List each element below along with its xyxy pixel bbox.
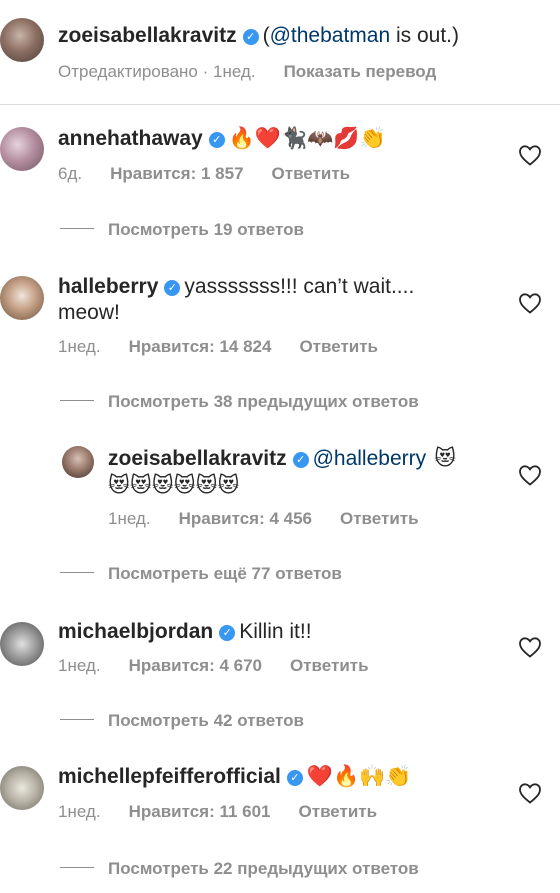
- avatar[interactable]: [0, 18, 44, 62]
- view-replies-label[interactable]: Посмотреть ещё 77 ответов: [108, 564, 342, 583]
- view-replies-label[interactable]: Посмотреть 38 предыдущих ответов: [108, 392, 419, 411]
- verified-badge-icon: ✓: [242, 29, 259, 45]
- avatar[interactable]: [62, 446, 94, 478]
- heart-icon[interactable]: [518, 782, 542, 804]
- username[interactable]: zoeisabellakravitz: [58, 24, 237, 47]
- reply-button[interactable]: Ответить: [272, 164, 351, 183]
- comment-time: 6д.: [58, 164, 83, 183]
- divider: [60, 719, 94, 720]
- caption-suffix: is out.): [390, 24, 460, 47]
- verified-badge-icon: ✓: [292, 452, 309, 468]
- likes-count[interactable]: Нравится: 1 857: [110, 164, 243, 183]
- mention-link[interactable]: @thebatman: [270, 24, 391, 47]
- likes-count[interactable]: Нравится: 14 824: [129, 337, 272, 356]
- view-replies-link[interactable]: Посмотреть 22 предыдущих ответов: [60, 858, 419, 880]
- reply-button[interactable]: Ответить: [299, 337, 378, 356]
- avatar[interactable]: [0, 276, 44, 320]
- reply-button[interactable]: Ответить: [340, 509, 419, 528]
- divider: [60, 572, 94, 573]
- heart-icon[interactable]: [518, 636, 542, 658]
- verified-badge-icon: ✓: [164, 280, 181, 296]
- verified-badge-icon: ✓: [286, 770, 303, 786]
- verified-badge-icon: ✓: [219, 625, 236, 641]
- username[interactable]: michellepfeifferofficial: [58, 765, 281, 788]
- avatar[interactable]: [0, 127, 44, 171]
- comment-text: 🔥❤️🐈‍⬛🦇💋👏: [228, 127, 386, 150]
- avatar[interactable]: [0, 622, 44, 666]
- comment-time: 1нед.: [58, 656, 101, 675]
- view-replies-label[interactable]: Посмотреть 22 предыдущих ответов: [108, 859, 419, 878]
- reply-button[interactable]: Ответить: [290, 656, 369, 675]
- view-replies-link[interactable]: Посмотреть ещё 77 ответов: [60, 563, 342, 585]
- heart-icon[interactable]: [518, 292, 542, 314]
- mention-link[interactable]: @halleberry: [313, 447, 427, 470]
- caption-prefix: (: [262, 24, 270, 47]
- username[interactable]: michaelbjordan: [58, 620, 213, 643]
- view-replies-link[interactable]: Посмотреть 19 ответов: [60, 219, 304, 241]
- comment-time: 1нед.: [108, 509, 151, 528]
- view-replies-link[interactable]: Посмотреть 42 ответов: [60, 710, 304, 732]
- username[interactable]: halleberry: [58, 275, 158, 298]
- view-replies-label[interactable]: Посмотреть 42 ответов: [108, 711, 304, 730]
- likes-count[interactable]: Нравится: 4 456: [179, 509, 312, 528]
- comment-text-continued: meow!: [58, 301, 120, 324]
- view-replies-label[interactable]: Посмотреть 19 ответов: [108, 220, 304, 239]
- divider: [0, 104, 560, 105]
- reply-button[interactable]: Ответить: [299, 802, 378, 821]
- comment-text: yasssssss!!! can’t wait....: [184, 275, 415, 298]
- comment-text: Killin it!!: [239, 620, 312, 643]
- divider: [60, 228, 94, 229]
- username[interactable]: annehathaway: [58, 127, 203, 150]
- avatar[interactable]: [0, 766, 44, 810]
- heart-icon[interactable]: [518, 144, 542, 166]
- verified-badge-icon: ✓: [208, 132, 225, 148]
- comment-time: 1нед.: [58, 337, 101, 356]
- divider: [60, 400, 94, 401]
- reply-emoji: 😻: [434, 447, 457, 470]
- edited-time-label: Отредактировано · 1нед.: [58, 62, 256, 81]
- divider: [60, 867, 94, 868]
- show-translation-link[interactable]: Показать перевод: [284, 62, 437, 81]
- view-replies-link[interactable]: Посмотреть 38 предыдущих ответов: [60, 391, 419, 413]
- post-caption: zoeisabellakravitz ✓ (@thebatman is out.) …: [0, 0, 560, 104]
- likes-count[interactable]: Нравится: 4 670: [129, 656, 262, 675]
- comment-time: 1нед.: [58, 802, 101, 821]
- reply-emoji-row: 😻😻😻😻😻😻: [108, 474, 240, 497]
- username[interactable]: zoeisabellakravitz: [108, 447, 287, 470]
- likes-count[interactable]: Нравится: 11 601: [129, 802, 271, 821]
- heart-icon[interactable]: [518, 464, 542, 486]
- comment-text: ❤️🔥🙌👏: [306, 765, 412, 788]
